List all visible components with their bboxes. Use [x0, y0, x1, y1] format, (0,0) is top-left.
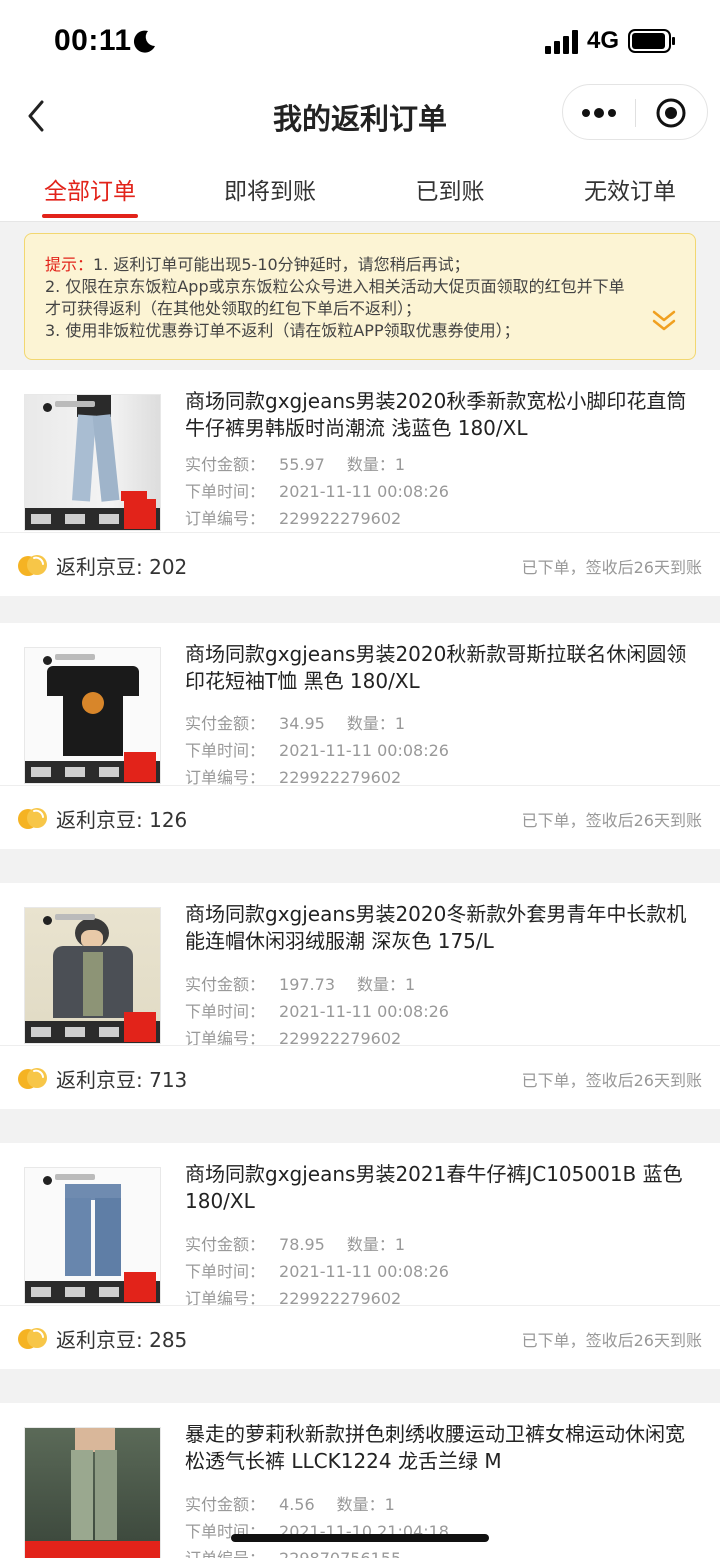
tab-credited[interactable]: 已到账 — [360, 172, 540, 206]
status-bar: 00:11 4G — [0, 0, 720, 78]
brand-logo-icon — [43, 656, 52, 665]
rebate-amount: 返利京豆: 713 — [56, 1068, 188, 1092]
paid-amount: 实付金额： 4.56 数量：1 — [185, 1495, 395, 1514]
network-type: 4G — [587, 27, 620, 54]
brand-logo-icon — [43, 916, 52, 925]
promo-price-badge — [124, 499, 156, 529]
rebate-status: 已下单，签收后26天到账 — [521, 1071, 702, 1090]
paid-amount: 实付金额： 34.95 数量：1 — [185, 714, 406, 733]
battery-icon — [628, 29, 675, 53]
promo-strip — [25, 1541, 160, 1558]
order-card[interactable]: 商场同款gxgjeans男装2020秋季新款宽松小脚印花直筒牛仔裤男韩版时尚潮流… — [0, 370, 720, 596]
product-name[interactable]: 商场同款gxgjeans男装2020秋新款哥斯拉联名休闲圆领印花短袖T恤 黑色 … — [185, 641, 697, 695]
moon-icon — [133, 30, 155, 53]
order-main: 商场同款gxgjeans男装2021春牛仔裤JC105001B 蓝色 180/X… — [0, 1143, 720, 1308]
rebate-amount: 返利京豆: 126 — [56, 808, 188, 832]
tab-upcoming[interactable]: 即将到账 — [180, 172, 360, 206]
order-time: 下单时间： 2021-11-11 00:08:26 — [185, 482, 449, 501]
promo-price-badge — [124, 1012, 156, 1042]
order-card[interactable]: 商场同款gxgjeans男装2020冬新款外套男青年中长款机能连帽休闲羽绒服潮 … — [0, 883, 720, 1109]
rebate-amount: 返利京豆: 202 — [56, 555, 188, 579]
product-thumbnail[interactable] — [24, 1427, 161, 1558]
paid-amount: 实付金额： 55.97 数量：1 — [185, 455, 406, 474]
order-time: 下单时间： 2021-11-11 00:08:26 — [185, 1262, 449, 1281]
more-dots-icon[interactable] — [579, 101, 619, 125]
brand-logo-icon — [43, 1176, 52, 1185]
product-name[interactable]: 商场同款gxgjeans男装2021春牛仔裤JC105001B 蓝色 180/X… — [185, 1161, 697, 1215]
notice-line-4: 3. 使用非饭粒优惠券订单不返利（请在饭粒APP领取优惠券使用）； — [45, 321, 520, 340]
brand-logo-text — [55, 914, 95, 920]
paid-amount: 实付金额： 78.95 数量：1 — [185, 1235, 406, 1254]
notice-prefix: 提示： — [45, 255, 94, 274]
notice-line-1: 提示：1. 返利订单可能出现5-10分钟延时，请您稍后再试； — [45, 255, 470, 274]
product-name[interactable]: 商场同款gxgjeans男装2020秋季新款宽松小脚印花直筒牛仔裤男韩版时尚潮流… — [185, 388, 697, 442]
expand-chevron-icon[interactable] — [651, 308, 677, 334]
green-pants-photo — [25, 1428, 160, 1541]
blue-jeans-photo — [25, 1168, 160, 1281]
product-thumbnail[interactable] — [24, 647, 161, 784]
product-thumbnail[interactable] — [24, 1167, 161, 1304]
status-time: 00:11 — [54, 24, 132, 57]
paid-amount: 实付金额： 197.73 数量：1 — [185, 975, 416, 994]
jingdou-coin-icon — [18, 555, 47, 576]
tab-invalid[interactable]: 无效订单 — [540, 172, 720, 206]
product-thumbnail[interactable] — [24, 907, 161, 1044]
rebate-status: 已下单，签收后26天到账 — [521, 1331, 702, 1350]
jeans-model-photo — [25, 395, 160, 508]
rebate-row: 返利京豆: 285 已下单，签收后26天到账 — [0, 1305, 720, 1369]
promo-price-badge — [124, 1272, 156, 1302]
close-miniprogram-icon[interactable] — [655, 97, 687, 129]
home-indicator[interactable] — [231, 1534, 489, 1542]
rebate-status: 已下单，签收后26天到账 — [521, 811, 702, 830]
down-jacket-photo — [25, 908, 160, 1021]
product-name[interactable]: 商场同款gxgjeans男装2020冬新款外套男青年中长款机能连帽休闲羽绒服潮 … — [185, 901, 697, 955]
jingdou-coin-icon — [18, 1068, 47, 1089]
order-time: 下单时间： 2021-11-11 00:08:26 — [185, 1002, 449, 1021]
tab-all-orders[interactable]: 全部订单 — [0, 172, 180, 206]
jingdou-coin-icon — [18, 1328, 47, 1349]
black-tshirt-photo — [25, 648, 160, 761]
signal-icon — [545, 30, 578, 54]
rebate-status: 已下单，签收后26天到账 — [521, 558, 702, 577]
promo-price-badge — [124, 752, 156, 782]
order-tabs: 全部订单 即将到账 已到账 无效订单 — [0, 156, 720, 222]
product-name[interactable]: 暴走的萝莉秋新款拼色刺绣收腰运动卫裤女棉运动休闲宽松透气长裤 LLCK1224 … — [185, 1421, 697, 1475]
rebate-amount: 返利京豆: 285 — [56, 1328, 188, 1352]
active-tab-underline — [42, 214, 138, 218]
product-thumbnail[interactable] — [24, 394, 161, 531]
order-card[interactable]: 商场同款gxgjeans男装2020秋新款哥斯拉联名休闲圆领印花短袖T恤 黑色 … — [0, 623, 720, 849]
brand-logo-text — [55, 401, 95, 407]
capsule-divider — [635, 99, 636, 127]
brand-logo-text — [55, 1174, 95, 1180]
order-number: 订单编号： 229922279602 — [185, 509, 402, 528]
rebate-row: 返利京豆: 126 已下单，签收后26天到账 — [0, 785, 720, 849]
notice-box: 提示：1. 返利订单可能出现5-10分钟延时，请您稍后再试； 2. 仅限在京东饭… — [24, 233, 696, 360]
rebate-row: 返利京豆: 713 已下单，签收后26天到账 — [0, 1045, 720, 1109]
brand-logo-text — [55, 654, 95, 660]
brand-logo-icon — [43, 403, 52, 412]
nav-bar: 我的返利订单 — [0, 78, 720, 156]
order-card[interactable]: 商场同款gxgjeans男装2021春牛仔裤JC105001B 蓝色 180/X… — [0, 1143, 720, 1369]
order-main: 商场同款gxgjeans男装2020秋季新款宽松小脚印花直筒牛仔裤男韩版时尚潮流… — [0, 370, 720, 532]
notice-line-2: 2. 仅限在京东饭粒App或京东饭粒公众号进入相关活动大促页面领取的红包并下单 — [45, 277, 625, 296]
order-main: 商场同款gxgjeans男装2020秋新款哥斯拉联名休闲圆领印花短袖T恤 黑色 … — [0, 623, 720, 787]
miniprogram-capsule — [562, 84, 708, 140]
order-main: 商场同款gxgjeans男装2020冬新款外套男青年中长款机能连帽休闲羽绒服潮 … — [0, 883, 720, 1048]
order-time: 下单时间： 2021-11-11 00:08:26 — [185, 741, 449, 760]
rebate-row: 返利京豆: 202 已下单，签收后26天到账 — [0, 532, 720, 596]
jingdou-coin-icon — [18, 808, 47, 829]
notice-line-3: 才可获得返利（在其他处领取的红包下单后不返利）； — [45, 299, 422, 318]
order-number: 订单编号：229870756155 — [185, 1545, 401, 1558]
